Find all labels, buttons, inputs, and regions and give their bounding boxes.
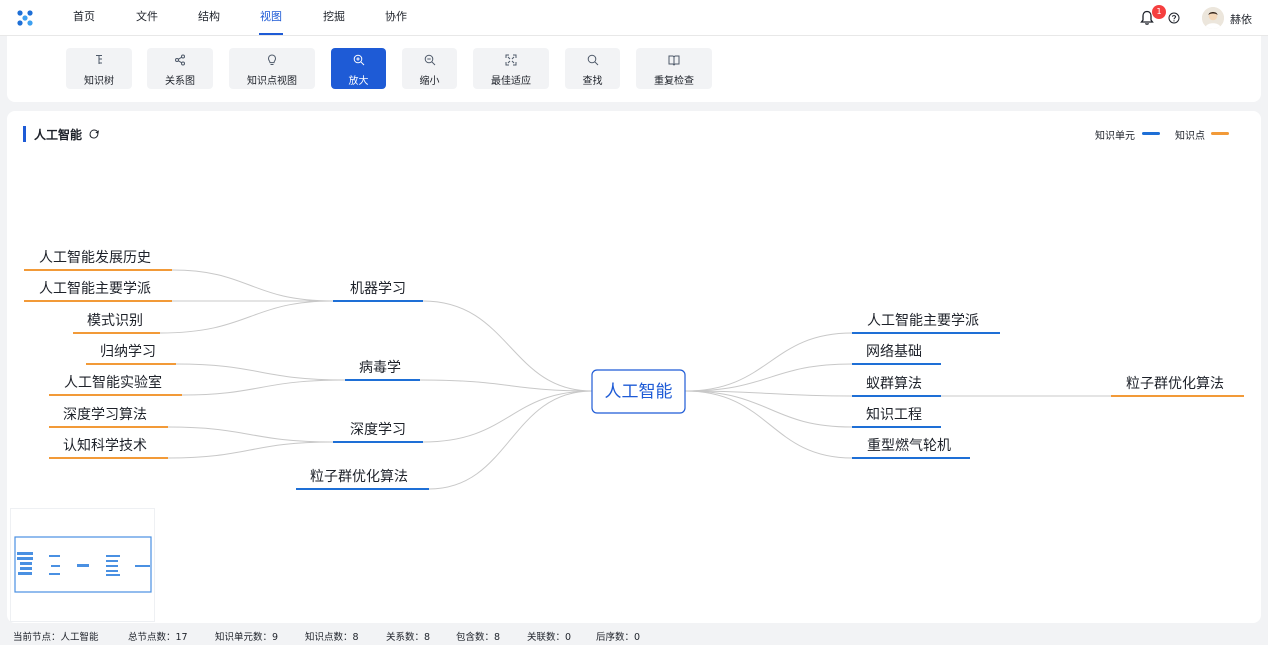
node-ai-lab[interactable]: 人工智能实验室 <box>64 374 162 391</box>
node-pso-right[interactable]: 粒子群优化算法 <box>1126 376 1224 392</box>
status-sequence-count: 后序数：0 <box>596 632 641 643</box>
status-relation-count: 关系数：8 <box>386 632 431 643</box>
status-contain-count: 包含数：8 <box>456 632 501 643</box>
status-current-node: 当前节点：人工智能 <box>13 632 99 643</box>
node-machine-learning[interactable]: 机器学习 <box>350 281 406 297</box>
node-pso-left[interactable]: 粒子群优化算法 <box>310 469 408 485</box>
status-bar: 当前节点：人工智能 总节点数：17 知识单元数：9 知识点数：8 关系数：8 包… <box>0 626 1268 645</box>
status-unit-count: 知识单元数：9 <box>215 632 279 643</box>
minimap[interactable] <box>10 508 155 622</box>
minimap-preview <box>14 536 152 593</box>
node-deep-learning[interactable]: 深度学习 <box>350 422 406 438</box>
node-network-basics[interactable]: 网络基础 <box>866 343 922 360</box>
node-pattern-recognition[interactable]: 模式识别 <box>87 313 143 329</box>
node-ant-colony[interactable]: 蚁群算法 <box>866 376 922 392</box>
node-cognitive-science[interactable]: 认知科学技术 <box>63 437 147 454</box>
node-ai-schools-left[interactable]: 人工智能主要学派 <box>39 281 151 297</box>
node-knowledge-engineering[interactable]: 知识工程 <box>866 406 922 423</box>
node-gas-turbine[interactable]: 重型燃气轮机 <box>867 437 951 454</box>
mindmap-canvas[interactable]: 人工智能 机器学习 病毒学 深度学习 粒子群优化算法 人工智能发展历史 人工智能… <box>0 0 1268 645</box>
root-node-label: 人工智能 <box>605 382 673 402</box>
node-inductive-learning[interactable]: 归纳学习 <box>100 343 156 360</box>
node-dl-algorithm[interactable]: 深度学习算法 <box>63 407 147 423</box>
node-ai-history[interactable]: 人工智能发展历史 <box>39 250 151 266</box>
node-virology[interactable]: 病毒学 <box>359 360 401 376</box>
status-point-count: 知识点数：8 <box>305 632 359 643</box>
status-total-nodes: 总节点数：17 <box>128 632 188 643</box>
root-node[interactable]: 人工智能 <box>591 369 686 414</box>
status-assoc-count: 关联数：0 <box>527 632 572 643</box>
node-ai-schools-right[interactable]: 人工智能主要学派 <box>867 313 979 329</box>
